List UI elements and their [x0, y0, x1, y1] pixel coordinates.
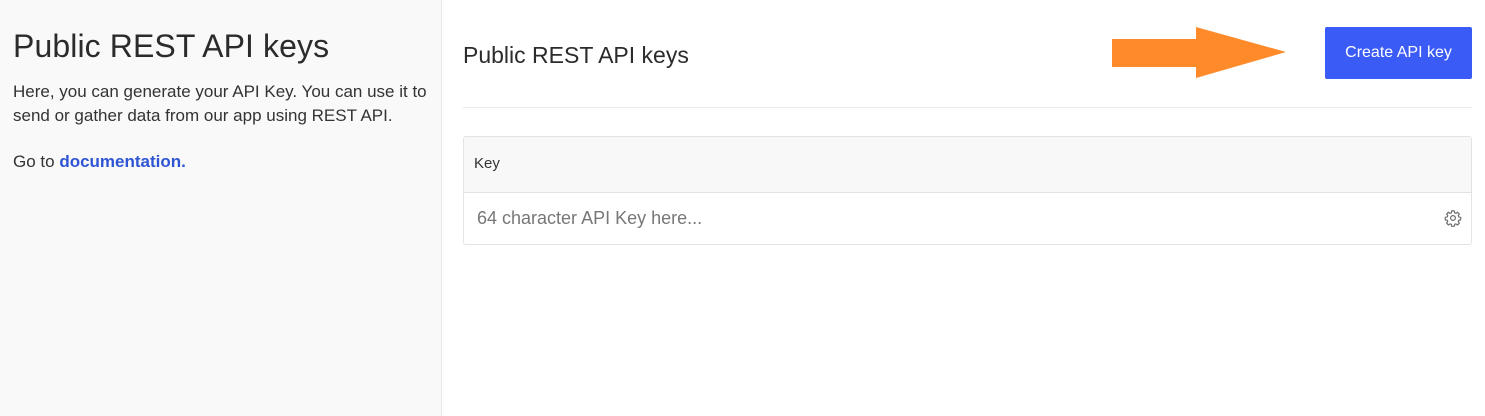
create-api-key-button[interactable]: Create API key: [1325, 27, 1472, 79]
documentation-link[interactable]: documentation.: [59, 152, 186, 171]
table-header: Key: [464, 137, 1471, 193]
info-sidebar: Public REST API keys Here, you can gener…: [0, 0, 442, 416]
documentation-prefix: Go to: [13, 152, 60, 171]
page: Public REST API keys Here, you can gener…: [0, 0, 1485, 416]
api-key-value: 64 character API Key here...: [477, 208, 703, 228]
page-title: Public REST API keys: [463, 42, 689, 68]
column-header-key: Key: [474, 155, 500, 172]
table-row: 64 character API Key here...: [464, 193, 1471, 244]
sidebar-description: Here, you can generate your API Key. You…: [13, 82, 427, 125]
arrow-right-icon: [1112, 27, 1286, 78]
documentation-line: Go to documentation.: [13, 150, 186, 174]
gear-icon[interactable]: [1444, 209, 1462, 227]
api-keys-table: Key 64 character API Key here...: [463, 136, 1472, 245]
sidebar-title: Public REST API keys: [13, 28, 330, 64]
header-divider: [463, 107, 1472, 108]
